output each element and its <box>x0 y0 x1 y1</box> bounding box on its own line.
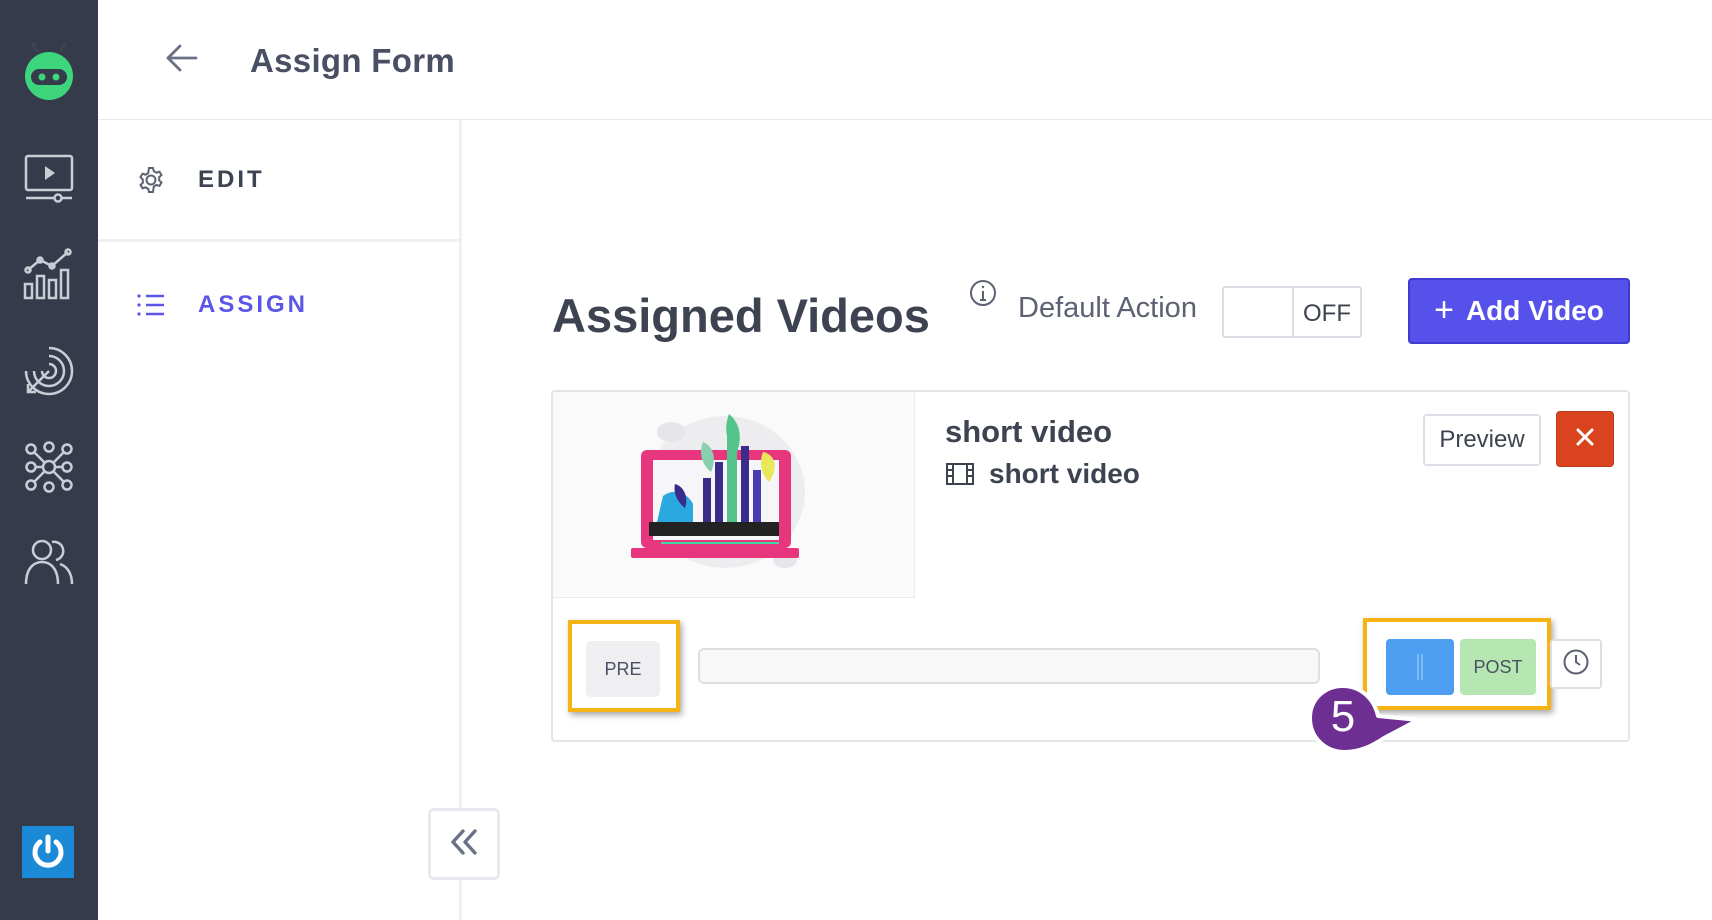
close-icon <box>1574 426 1596 453</box>
assigned-video-card: short video short video Preview PRE POST <box>551 390 1630 742</box>
video-source: short video <box>945 458 1140 490</box>
section-heading: Assigned Videos <box>552 289 930 342</box>
video-subtitle: short video <box>989 458 1140 489</box>
default-action-label: Default Action <box>1018 292 1197 324</box>
top-bar: Assign Form <box>98 0 1712 120</box>
network-icon[interactable] <box>22 440 76 494</box>
default-action-toggle[interactable]: OFF <box>1222 286 1362 338</box>
gear-icon <box>136 165 166 195</box>
sidebar-item-assign[interactable]: ASSIGN <box>98 245 459 365</box>
back-arrow-icon[interactable] <box>164 40 200 76</box>
toggle-knob <box>1224 288 1294 336</box>
toggle-state-label: OFF <box>1303 300 1351 327</box>
sidebar-item-label: EDIT <box>198 165 265 193</box>
list-icon <box>136 290 166 320</box>
app-logo-icon[interactable] <box>22 42 76 102</box>
preview-button[interactable]: Preview <box>1423 414 1541 466</box>
clock-button[interactable] <box>1550 639 1602 689</box>
add-video-button[interactable]: + Add Video <box>1408 278 1630 344</box>
step-number: 5 <box>1330 692 1356 741</box>
delete-video-button[interactable] <box>1556 411 1614 467</box>
sidebar-item-label: ASSIGN <box>198 291 309 318</box>
film-icon <box>945 462 975 486</box>
video-title: short video <box>945 414 1113 449</box>
double-chevron-left-icon <box>448 826 480 863</box>
app-rail <box>0 0 98 920</box>
target-icon[interactable] <box>22 344 76 398</box>
video-player-icon[interactable] <box>22 152 76 206</box>
pre-highlight-box <box>568 620 680 712</box>
sidebar-item-edit[interactable]: EDIT <box>98 120 459 242</box>
plus-icon: + <box>1434 291 1454 329</box>
users-icon[interactable] <box>22 536 76 590</box>
clock-icon <box>1562 648 1590 681</box>
video-thumbnail[interactable] <box>553 392 915 598</box>
analytics-chart-icon[interactable] <box>22 248 76 302</box>
info-icon[interactable] <box>968 278 998 308</box>
power-icon[interactable] <box>22 826 74 878</box>
timeline-track[interactable] <box>698 648 1320 684</box>
page-title: Assign Form <box>250 42 455 79</box>
collapse-sidebar-button[interactable] <box>428 808 500 880</box>
add-video-label: Add Video <box>1465 295 1604 326</box>
section-sidebar: EDIT ASSIGN <box>98 120 462 920</box>
